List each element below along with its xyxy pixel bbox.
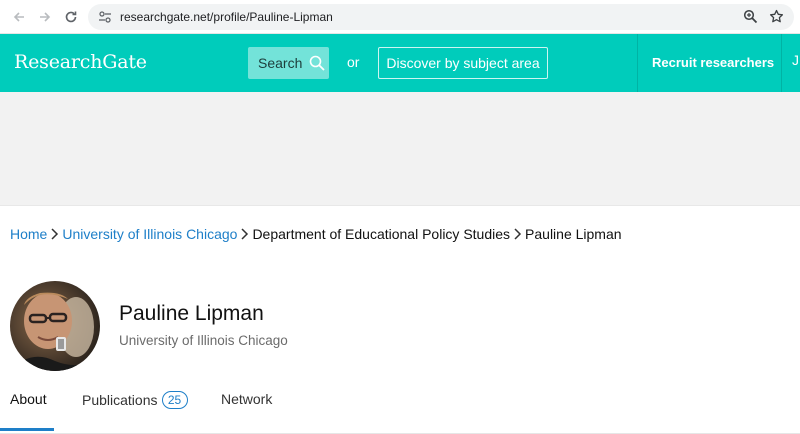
tab-network-label: Network [221,391,273,407]
profile-name: Pauline Lipman [119,302,264,325]
chevron-right-icon [240,228,249,240]
active-tab-indicator [0,428,54,431]
chevron-right-icon [513,228,522,240]
address-url[interactable]: researchgate.net/profile/Pauline-Lipman [120,10,736,24]
header-divider [637,34,638,92]
tab-publications-label: Publications [82,392,158,408]
ad-banner-area [0,92,800,206]
site-header: ResearchGate Search or Discover by subje… [0,34,800,92]
profile-tabs: About Publications 25 Network [0,380,800,434]
avatar[interactable] [10,281,100,371]
or-label: or [347,54,360,70]
tab-publications[interactable]: Publications 25 [82,391,188,409]
profile-photo [10,281,100,371]
breadcrumb-home[interactable]: Home [10,226,47,242]
publications-count-badge: 25 [161,391,188,409]
discover-by-subject-button[interactable]: Discover by subject area [378,47,548,79]
header-divider [781,34,782,92]
breadcrumb-institution[interactable]: University of Illinois Chicago [62,226,237,242]
breadcrumb-current: Pauline Lipman [525,226,622,242]
browser-toolbar: researchgate.net/profile/Pauline-Lipman [0,0,800,34]
researchgate-logo[interactable]: ResearchGate [14,51,147,73]
search-button-label: Search [258,55,303,71]
search-button[interactable]: Search [248,47,329,79]
address-bar[interactable]: researchgate.net/profile/Pauline-Lipman [88,3,794,30]
reload-button[interactable] [58,4,84,30]
recruit-researchers-link[interactable]: Recruit researchers [652,55,774,70]
tab-about[interactable]: About [10,391,47,407]
site-settings-icon[interactable] [96,8,114,26]
chevron-right-icon [50,228,59,240]
header-edge-link[interactable]: J [792,52,799,68]
back-button[interactable] [6,4,32,30]
profile-institution[interactable]: University of Illinois Chicago [119,333,288,348]
zoom-icon[interactable] [738,5,762,29]
tab-about-label: About [10,391,47,407]
arrow-right-icon [40,11,51,22]
arrow-left-icon [13,11,24,22]
breadcrumb-department: Department of Educational Policy Studies [252,226,511,242]
reload-icon [65,11,77,22]
search-icon [309,55,325,71]
breadcrumb: Home University of Illinois Chicago Depa… [10,226,622,242]
forward-button[interactable] [32,4,58,30]
bookmark-star-icon[interactable] [764,5,788,29]
tab-network[interactable]: Network [221,391,272,407]
